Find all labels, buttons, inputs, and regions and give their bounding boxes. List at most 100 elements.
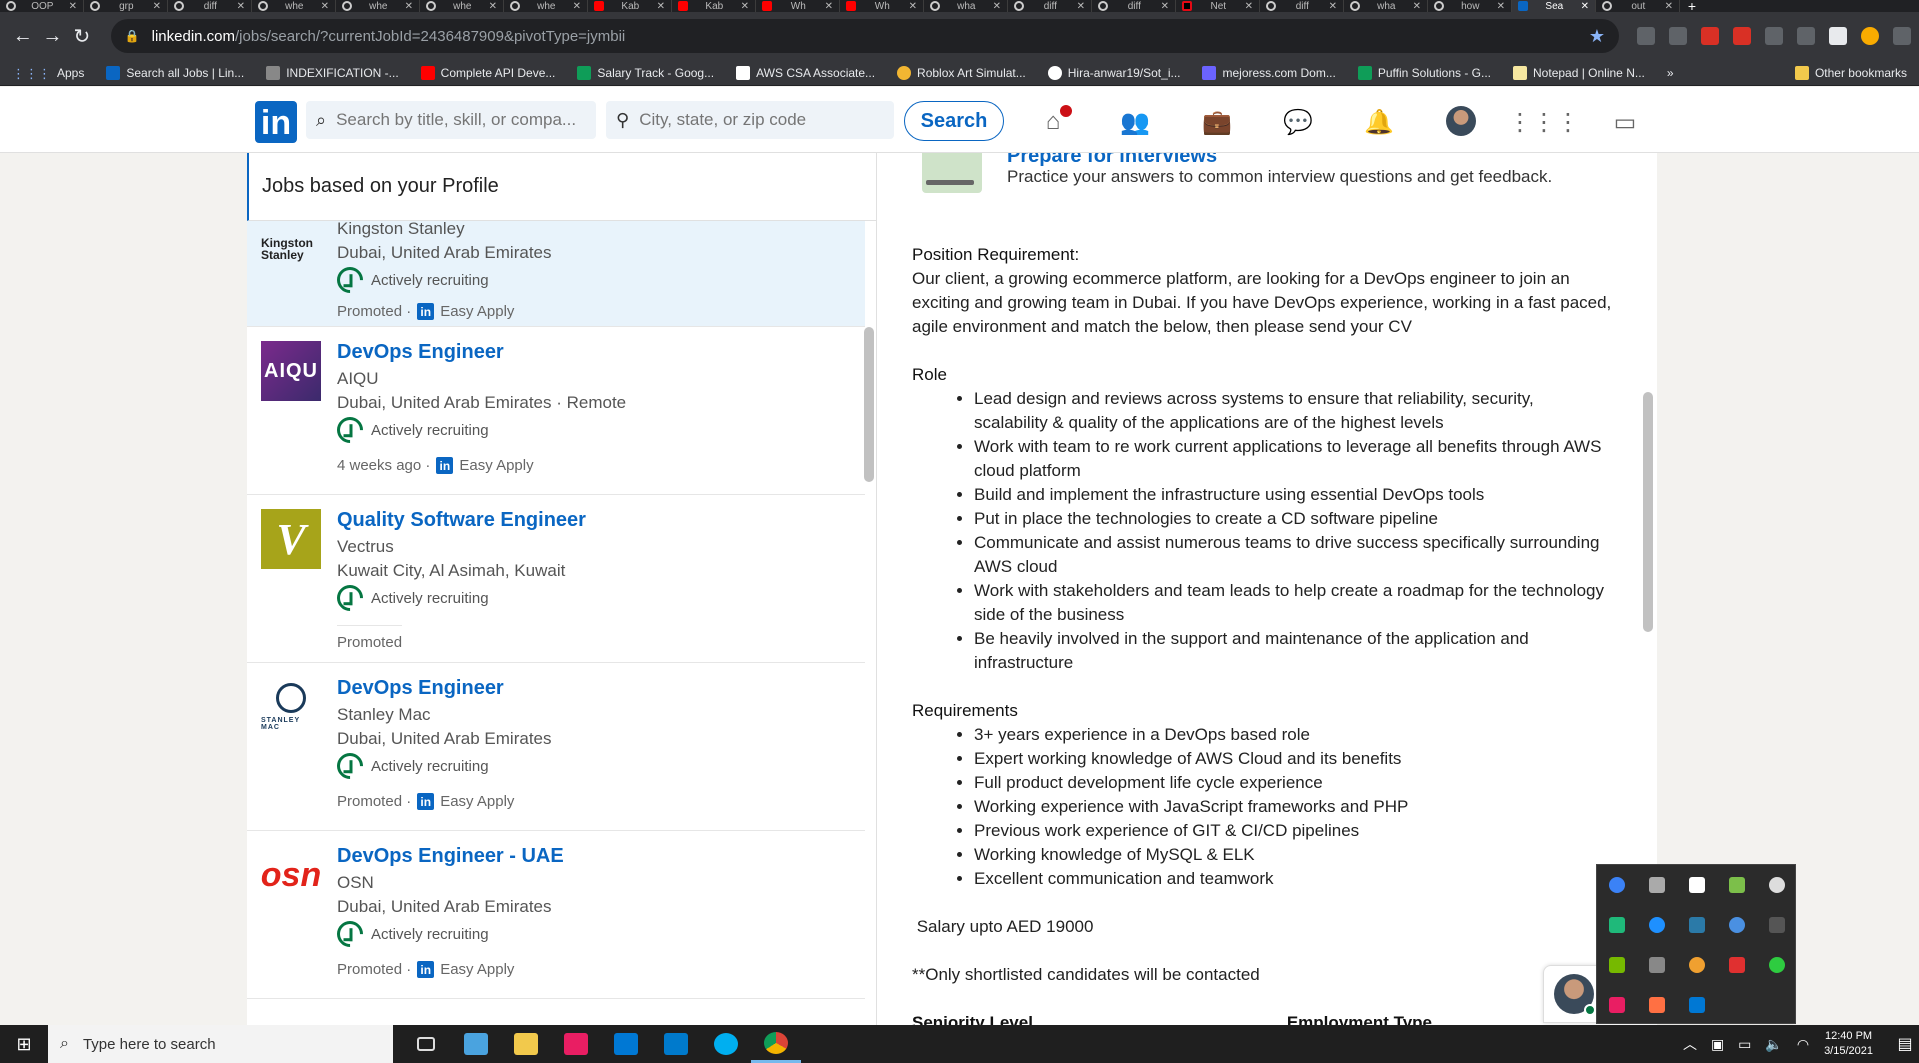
vscode-icon[interactable] bbox=[651, 1025, 701, 1063]
tray-app-icon[interactable] bbox=[1609, 997, 1625, 1013]
wifi-icon[interactable]: ◠ bbox=[1797, 1036, 1809, 1053]
close-tab-icon[interactable]: ✕ bbox=[741, 1, 749, 12]
close-tab-icon[interactable]: ✕ bbox=[1497, 1, 1505, 12]
extension-icon[interactable] bbox=[1796, 27, 1815, 45]
app-icon[interactable] bbox=[551, 1025, 601, 1063]
browser-tab[interactable]: out ✕ bbox=[1596, 0, 1680, 12]
home-icon[interactable]: ⌂ bbox=[1038, 103, 1074, 135]
browser-tab[interactable]: Kab ✕ bbox=[588, 0, 672, 12]
browser-tab[interactable]: whe ✕ bbox=[420, 0, 504, 12]
job-details-scrollbar[interactable] bbox=[1643, 392, 1653, 632]
job-card[interactable]: STANLEY MAC DevOps Engineer Stanley Mac … bbox=[247, 663, 865, 831]
learning-icon[interactable]: ▭ bbox=[1610, 109, 1640, 136]
job-card[interactable]: V Quality Software Engineer Vectrus Kuwa… bbox=[247, 495, 865, 663]
work-grid-icon[interactable]: ⋮⋮⋮ bbox=[1508, 109, 1580, 136]
job-title-link[interactable]: DevOps Engineer bbox=[337, 677, 504, 700]
close-tab-icon[interactable]: ✕ bbox=[1581, 1, 1589, 12]
outlook-icon[interactable] bbox=[601, 1025, 651, 1063]
bookmark-item[interactable]: mejoress.com Dom... bbox=[1202, 65, 1336, 80]
outlook-icon[interactable] bbox=[1689, 997, 1705, 1013]
tray-app-icon[interactable] bbox=[1649, 997, 1665, 1013]
close-tab-icon[interactable]: ✕ bbox=[1329, 1, 1337, 12]
windows-start-icon[interactable]: ⊞ bbox=[0, 1025, 48, 1063]
taskbar-search[interactable]: ⌕ Type here to search bbox=[48, 1025, 393, 1063]
jobs-briefcase-icon[interactable]: 💼 bbox=[1202, 109, 1232, 136]
tray-app-icon[interactable] bbox=[1729, 917, 1745, 933]
browser-tab[interactable]: whe ✕ bbox=[252, 0, 336, 12]
keyword-search-box[interactable]: ⌕ bbox=[306, 101, 596, 139]
browser-tab[interactable]: grp ✕ bbox=[84, 0, 168, 12]
location-search-box[interactable]: ⚲ bbox=[606, 101, 894, 139]
nvidia-icon[interactable] bbox=[1609, 957, 1625, 973]
profile-avatar-icon[interactable] bbox=[1860, 27, 1879, 45]
browser-tab[interactable]: Kab ✕ bbox=[672, 0, 756, 12]
close-tab-icon[interactable]: ✕ bbox=[153, 1, 161, 12]
forward-arrow-icon[interactable]: → bbox=[38, 21, 68, 51]
microphone-icon[interactable] bbox=[1729, 957, 1745, 973]
job-card[interactable]: Kingston Stanley Kingston Stanley Dubai,… bbox=[247, 205, 865, 327]
browser-tab[interactable]: Net ✕ bbox=[1176, 0, 1260, 12]
network-icon[interactable]: ▣ bbox=[1711, 1036, 1724, 1053]
extension-icon[interactable] bbox=[1764, 27, 1783, 45]
lock-icon[interactable]: 🔒 bbox=[125, 29, 140, 43]
tray-app-icon[interactable] bbox=[1729, 877, 1745, 893]
action-center-icon[interactable]: ▤ bbox=[1891, 1034, 1919, 1054]
close-tab-icon[interactable]: ✕ bbox=[993, 1, 1001, 12]
bookmark-item[interactable]: AWS CSA Associate... bbox=[736, 65, 875, 80]
job-card[interactable]: osn DevOps Engineer - UAE OSN Dubai, Uni… bbox=[247, 831, 865, 999]
close-tab-icon[interactable]: ✕ bbox=[489, 1, 497, 12]
messaging-icon[interactable]: 💬 bbox=[1283, 109, 1313, 136]
chrome-icon[interactable] bbox=[751, 1025, 801, 1063]
close-tab-icon[interactable]: ✕ bbox=[237, 1, 245, 12]
skype-icon[interactable] bbox=[701, 1025, 751, 1063]
taskbar-clock[interactable]: 12:40 PM 3/15/2021 bbox=[1824, 1029, 1873, 1059]
browser-tab[interactable]: how ✕ bbox=[1428, 0, 1512, 12]
tray-app-icon[interactable] bbox=[1689, 957, 1705, 973]
my-network-icon[interactable]: 👥 bbox=[1120, 109, 1150, 136]
store-icon[interactable] bbox=[451, 1025, 501, 1063]
file-explorer-icon[interactable] bbox=[501, 1025, 551, 1063]
bookmark-item[interactable]: INDEXIFICATION -... bbox=[266, 65, 399, 80]
bookmark-item[interactable]: Salary Track - Goog... bbox=[577, 65, 714, 80]
new-tab-icon[interactable]: + bbox=[1680, 0, 1704, 13]
other-bookmarks[interactable]: Other bookmarks bbox=[1794, 65, 1907, 80]
prepare-interviews-link[interactable]: Prepare for interviews bbox=[1007, 153, 1217, 168]
keyword-search-input[interactable] bbox=[336, 110, 586, 130]
linkedin-logo[interactable]: in bbox=[255, 101, 297, 143]
close-tab-icon[interactable]: ✕ bbox=[1077, 1, 1085, 12]
location-search-input[interactable] bbox=[639, 110, 884, 130]
close-tab-icon[interactable]: ✕ bbox=[909, 1, 917, 12]
bookmark-item[interactable]: Complete API Deve... bbox=[420, 65, 555, 80]
tray-app-icon[interactable] bbox=[1609, 917, 1625, 933]
copy-icon[interactable] bbox=[1649, 957, 1665, 973]
browser-tab[interactable]: Wh ✕ bbox=[756, 0, 840, 12]
close-tab-icon[interactable]: ✕ bbox=[657, 1, 665, 12]
close-tab-icon[interactable]: ✕ bbox=[405, 1, 413, 12]
browser-tab[interactable]: Sea ✕ bbox=[1512, 0, 1596, 12]
search-button[interactable]: Search bbox=[904, 101, 1004, 141]
close-tab-icon[interactable]: ✕ bbox=[321, 1, 329, 12]
close-tab-icon[interactable]: ✕ bbox=[1413, 1, 1421, 12]
bookmark-item[interactable]: Notepad | Online N... bbox=[1513, 65, 1645, 80]
close-tab-icon[interactable]: ✕ bbox=[825, 1, 833, 12]
security-shield-icon[interactable] bbox=[1689, 877, 1705, 893]
browser-tab[interactable]: Wh ✕ bbox=[840, 0, 924, 12]
battery-icon[interactable]: ▭ bbox=[1738, 1036, 1751, 1053]
onedrive-cloud-icon[interactable] bbox=[1769, 877, 1785, 893]
address-bar[interactable]: 🔒 linkedin.com /jobs/search/?currentJobI… bbox=[110, 19, 1619, 53]
chrome-menu-icon[interactable] bbox=[1892, 27, 1911, 45]
pdf-extension-icon[interactable] bbox=[1732, 27, 1751, 45]
back-arrow-icon[interactable]: ← bbox=[8, 21, 38, 51]
extension-icon[interactable] bbox=[1636, 27, 1655, 45]
me-avatar[interactable] bbox=[1446, 106, 1476, 136]
close-tab-icon[interactable]: ✕ bbox=[1665, 1, 1673, 12]
close-tab-icon[interactable]: ✕ bbox=[1161, 1, 1169, 12]
browser-tab[interactable]: whe ✕ bbox=[336, 0, 420, 12]
check-icon[interactable] bbox=[1769, 957, 1785, 973]
browser-tab[interactable]: OOP ✕ bbox=[0, 0, 84, 12]
job-title-link[interactable]: DevOps Engineer - UAE bbox=[337, 845, 564, 868]
chevron-up-icon[interactable]: ︿ bbox=[1683, 1034, 1697, 1054]
puzzle-extensions-icon[interactable] bbox=[1828, 27, 1847, 45]
job-title-link[interactable]: DevOps Engineer bbox=[337, 341, 504, 364]
job-title-link[interactable]: Quality Software Engineer bbox=[337, 509, 586, 532]
